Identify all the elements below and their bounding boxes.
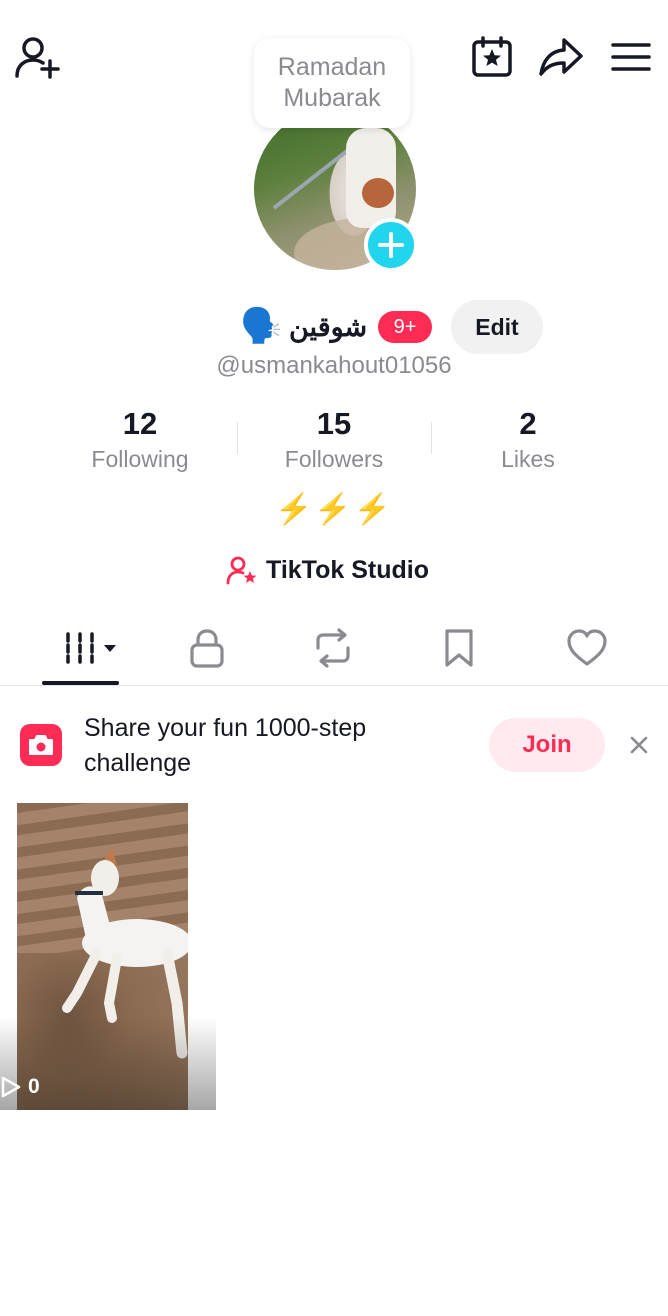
speaking-head-emoji: 🗣️ — [240, 307, 283, 345]
username-handle: @usmankahout01056 — [216, 352, 452, 379]
challenge-text: Share your fun 1000-step challenge — [84, 711, 464, 781]
tab-reposts[interactable] — [298, 622, 368, 674]
edit-profile-button[interactable]: Edit — [451, 300, 543, 354]
followers-count: 15 — [316, 406, 352, 441]
add-friend-button[interactable] — [12, 34, 62, 80]
calendar-button[interactable] — [470, 36, 514, 78]
person-plus-icon — [15, 37, 60, 79]
bookmark-icon — [445, 629, 473, 667]
share-button[interactable] — [538, 36, 584, 78]
video-view-count: 0 — [0, 1072, 40, 1102]
display-name: شوقين — [289, 312, 368, 342]
view-count: 0 — [28, 1075, 40, 1098]
notification-badge[interactable]: 9+ — [378, 311, 432, 343]
followers-label: Followers — [284, 446, 384, 472]
likes-stat[interactable]: 2 Likes — [448, 406, 608, 474]
tiktok-studio-label: TikTok Studio — [266, 555, 429, 584]
challenge-line-1: Share your fun 1000-step — [84, 714, 367, 742]
likes-label: Likes — [501, 446, 555, 472]
status-bubble[interactable]: Ramadan Mubarak — [254, 38, 410, 128]
close-icon — [630, 736, 648, 754]
lock-icon — [190, 629, 224, 668]
play-icon — [1, 1076, 21, 1098]
share-arrow-icon — [539, 38, 583, 76]
bio-text: ⚡⚡⚡ — [274, 493, 394, 526]
following-label: Following — [91, 446, 189, 472]
challenge-line-2: challenge — [84, 749, 192, 777]
tab-liked[interactable] — [552, 622, 622, 674]
following-stat[interactable]: 12 Following — [60, 406, 220, 474]
calendar-star-icon — [472, 36, 512, 77]
repost-icon — [316, 628, 350, 668]
bubble-line-2: Mubarak — [283, 84, 381, 112]
tabs-divider — [0, 685, 668, 686]
tab-videos[interactable] — [56, 622, 126, 674]
join-challenge-button[interactable]: Join — [489, 718, 605, 772]
hamburger-menu-icon — [611, 43, 651, 71]
tab-private[interactable] — [172, 622, 242, 674]
menu-button[interactable] — [610, 40, 652, 74]
heart-icon — [567, 629, 607, 666]
tab-favorites[interactable] — [424, 622, 494, 674]
plus-icon — [378, 232, 404, 258]
close-banner-button[interactable] — [624, 730, 654, 760]
challenge-camera-icon — [20, 724, 62, 766]
add-avatar-button[interactable] — [364, 218, 418, 272]
creator-star-icon — [226, 555, 258, 585]
followers-stat[interactable]: 15 Followers — [254, 406, 414, 474]
grid-bars-icon — [66, 632, 116, 664]
stat-divider — [431, 422, 432, 454]
stat-divider — [237, 422, 238, 454]
bubble-line-1: Ramadan — [277, 53, 387, 81]
following-count: 12 — [122, 406, 158, 441]
tiktok-studio-link[interactable]: TikTok Studio — [226, 550, 429, 590]
likes-count: 2 — [519, 406, 537, 441]
